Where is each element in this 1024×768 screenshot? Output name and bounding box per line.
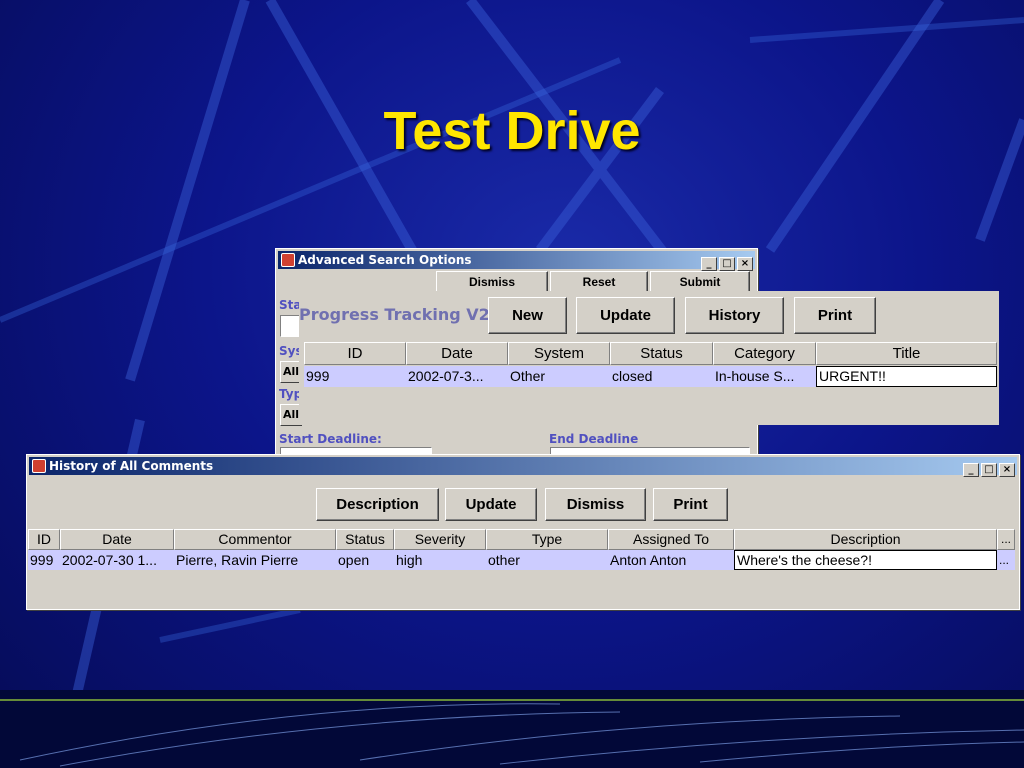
cell-id[interactable]: 999 (304, 366, 406, 387)
history-dismiss-button[interactable]: Dismiss (545, 488, 646, 521)
update-button[interactable]: Update (576, 297, 675, 334)
column-header-date[interactable]: Date (406, 342, 508, 365)
history-window: History of All Comments _ □ × Description … (26, 454, 1020, 610)
maximize-icon[interactable]: □ (719, 257, 735, 271)
cell-id[interactable]: 999 (28, 550, 60, 570)
cell-system[interactable]: Other (508, 366, 610, 387)
cell-status[interactable]: open (336, 550, 394, 570)
slide-title: Test Drive (383, 101, 641, 161)
java-app-icon (32, 459, 46, 473)
description-button[interactable]: Description (316, 488, 439, 521)
history-print-button[interactable]: Print (653, 488, 728, 521)
cell-severity[interactable]: high (394, 550, 486, 570)
column-header-id[interactable]: ID (304, 342, 406, 365)
cell-date[interactable]: 2002-07-3... (406, 366, 508, 387)
column-header-commentor[interactable]: Commentor (174, 529, 336, 550)
progress-app-title: Progress Tracking V2.0 (299, 305, 508, 324)
cell-description[interactable]: Where's the cheese?! (734, 550, 997, 570)
column-header-description[interactable]: Description (734, 529, 997, 550)
column-header-system[interactable]: System (508, 342, 610, 365)
cell-status[interactable]: closed (610, 366, 713, 387)
column-header-date[interactable]: Date (60, 529, 174, 550)
progress-tracking-panel: Progress Tracking V2.0 New Update Histor… (299, 291, 999, 425)
cell-title[interactable]: URGENT!! (816, 366, 997, 387)
advanced-search-title: Advanced Search Options (298, 253, 472, 267)
advanced-search-titlebar[interactable]: Advanced Search Options _ □ × (278, 251, 755, 271)
column-header-type[interactable]: Type (486, 529, 608, 550)
close-icon[interactable]: × (737, 257, 753, 271)
status-field[interactable] (280, 315, 300, 337)
column-header-severity[interactable]: Severity (394, 529, 486, 550)
column-header-assigned-to[interactable]: Assigned To (608, 529, 734, 550)
cell-assigned-to[interactable]: Anton Anton (608, 550, 734, 570)
column-header-title[interactable]: Title (816, 342, 997, 365)
column-header-more[interactable]: ... (997, 529, 1015, 550)
print-button[interactable]: Print (794, 297, 876, 334)
column-header-status[interactable]: Status (336, 529, 394, 550)
end-deadline-label: End Deadline (549, 432, 639, 446)
history-title: History of All Comments (49, 459, 214, 473)
column-header-category[interactable]: Category (713, 342, 816, 365)
cell-type[interactable]: other (486, 550, 608, 570)
java-app-icon (281, 253, 295, 267)
close-icon[interactable]: × (999, 463, 1015, 477)
minimize-icon[interactable]: _ (701, 257, 717, 271)
cell-date[interactable]: 2002-07-30 1... (60, 550, 174, 570)
cell-more[interactable]: ... (997, 550, 1015, 570)
maximize-icon[interactable]: □ (981, 463, 997, 477)
dismiss-button[interactable]: Dismiss (436, 271, 548, 293)
history-titlebar[interactable]: History of All Comments _ □ × (29, 457, 1017, 477)
history-button[interactable]: History (685, 297, 784, 334)
column-header-status[interactable]: Status (610, 342, 713, 365)
column-header-id[interactable]: ID (28, 529, 60, 550)
history-update-button[interactable]: Update (445, 488, 537, 521)
start-deadline-label: Start Deadline: (279, 432, 382, 446)
minimize-icon[interactable]: _ (963, 463, 979, 477)
submit-button[interactable]: Submit (650, 271, 750, 293)
cell-category[interactable]: In-house S... (713, 366, 816, 387)
cell-commentor[interactable]: Pierre, Ravin Pierre (174, 550, 336, 570)
reset-button[interactable]: Reset (550, 271, 648, 293)
new-button[interactable]: New (488, 297, 567, 334)
